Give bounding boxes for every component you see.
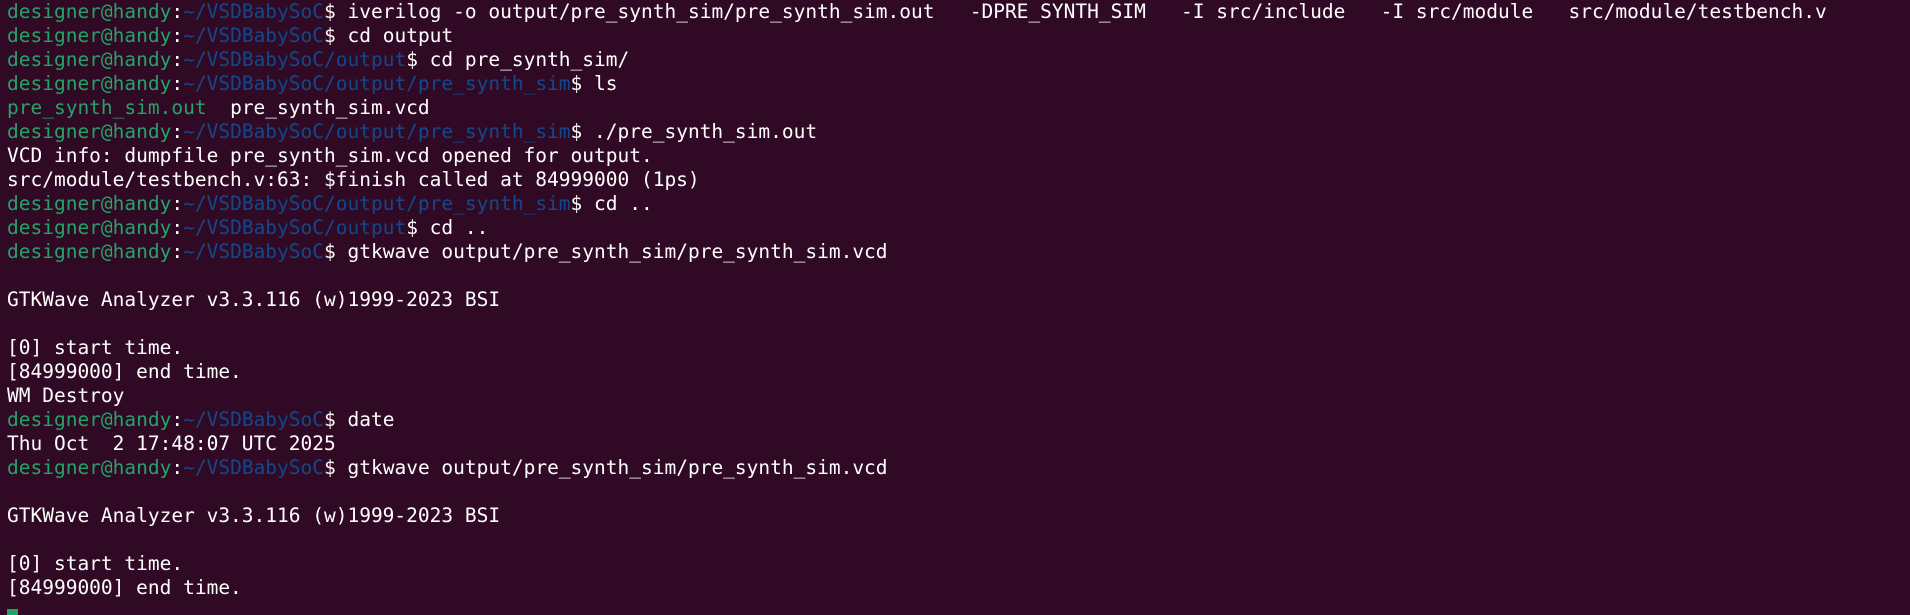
prompt-line: designer@handy:~/VSDBabySoC$ date — [7, 408, 1910, 432]
prompt-path: ~/VSDBabySoC/output/pre_synth_sim — [183, 192, 571, 215]
output-line: VCD info: dumpfile pre_synth_sim.vcd ope… — [7, 144, 653, 167]
prompt-user-host: designer@handy — [7, 24, 172, 47]
command-text: cd pre_synth_sim/ — [429, 48, 630, 71]
prompt-line: designer@handy:~/VSDBabySoC/output/pre_s… — [7, 192, 1910, 216]
output-line: [0] start time. — [7, 552, 184, 575]
prompt-symbol: $ — [324, 24, 348, 47]
prompt-separator: : — [171, 0, 184, 23]
prompt-path: ~/VSDBabySoC/output/pre_synth_sim — [183, 120, 571, 143]
output-line: [0] start time. — [7, 336, 184, 359]
prompt-separator: : — [171, 72, 184, 95]
prompt-separator: : — [171, 48, 184, 71]
prompt-line: designer@handy:~/VSDBabySoC/output/pre_s… — [7, 120, 1910, 144]
prompt-symbol: $ — [324, 408, 348, 431]
prompt-line: designer@handy:~/VSDBabySoC/output/pre_s… — [7, 72, 1910, 96]
prompt-path: ~/VSDBabySoC — [183, 24, 325, 47]
output-line: GTKWave Analyzer v3.3.116 (w)1999-2023 B… — [7, 504, 501, 527]
prompt-path: ~/VSDBabySoC — [183, 408, 325, 431]
command-text: cd output — [347, 24, 454, 47]
command-text: gtkwave output/pre_synth_sim/pre_synth_s… — [347, 456, 888, 479]
prompt-user-host: designer@handy — [7, 192, 172, 215]
output-line: GTKWave Analyzer v3.3.116 (w)1999-2023 B… — [7, 288, 501, 311]
prompt-separator: : — [171, 240, 184, 263]
command-text: date — [347, 408, 395, 431]
terminal-window[interactable]: designer@handy:~/VSDBabySoC$ iverilog -o… — [0, 0, 1910, 615]
prompt-symbol: $ — [324, 240, 348, 263]
prompt-separator: : — [171, 192, 184, 215]
prompt-symbol: $ — [406, 216, 430, 239]
output-line: WM Destroy — [7, 384, 125, 407]
terminal-output: designer@handy:~/VSDBabySoC$ iverilog -o… — [7, 0, 1910, 600]
prompt-user-host: designer@handy — [7, 72, 172, 95]
prompt-user-host: designer@handy — [7, 48, 172, 71]
prompt-line: designer@handy:~/VSDBabySoC$ gtkwave out… — [7, 240, 1910, 264]
prompt-line: designer@handy:~/VSDBabySoC/output$ cd p… — [7, 48, 1910, 72]
command-text: iverilog -o output/pre_synth_sim/pre_syn… — [347, 0, 1827, 23]
text-cursor — [7, 609, 18, 615]
command-text: gtkwave output/pre_synth_sim/pre_synth_s… — [347, 240, 888, 263]
command-text: cd .. — [594, 192, 653, 215]
prompt-symbol: $ — [570, 120, 595, 143]
prompt-separator: : — [171, 408, 184, 431]
prompt-symbol: $ — [570, 192, 595, 215]
prompt-path: ~/VSDBabySoC/output — [183, 216, 407, 239]
prompt-separator: : — [171, 120, 184, 143]
prompt-user-host: designer@handy — [7, 0, 172, 23]
prompt-path: ~/VSDBabySoC — [183, 0, 325, 23]
prompt-user-host: designer@handy — [7, 216, 172, 239]
prompt-user-host: designer@handy — [7, 120, 172, 143]
command-text: cd .. — [429, 216, 489, 239]
prompt-path: ~/VSDBabySoC — [183, 240, 325, 263]
output-line: src/module/testbench.v:63: $finish calle… — [7, 168, 700, 191]
file-name: pre_synth_sim.vcd — [230, 96, 430, 119]
executable-file-name: pre_synth_sim.out — [7, 96, 207, 119]
prompt-path: ~/VSDBabySoC/output/pre_synth_sim — [183, 72, 571, 95]
prompt-user-host: designer@handy — [7, 408, 172, 431]
prompt-path: ~/VSDBabySoC/output — [183, 48, 407, 71]
prompt-separator: : — [171, 216, 184, 239]
prompt-symbol: $ — [324, 456, 348, 479]
command-text: ls — [594, 72, 618, 95]
output-line: [84999000] end time. — [7, 360, 242, 383]
prompt-line: designer@handy:~/VSDBabySoC/output$ cd .… — [7, 216, 1910, 240]
prompt-line: designer@handy:~/VSDBabySoC$ iverilog -o… — [7, 0, 1910, 24]
prompt-line: designer@handy:~/VSDBabySoC$ cd output — [7, 24, 1910, 48]
output-line: [84999000] end time. — [7, 576, 242, 599]
output-line: Thu Oct 2 17:48:07 UTC 2025 — [7, 432, 336, 455]
prompt-separator: : — [171, 456, 184, 479]
prompt-line: designer@handy:~/VSDBabySoC$ gtkwave out… — [7, 456, 1910, 480]
prompt-symbol: $ — [570, 72, 595, 95]
prompt-path: ~/VSDBabySoC — [183, 456, 325, 479]
prompt-symbol: $ — [324, 0, 348, 23]
prompt-separator: : — [171, 24, 184, 47]
prompt-symbol: $ — [406, 48, 430, 71]
command-text: ./pre_synth_sim.out — [594, 120, 818, 143]
ls-output-line: pre_synth_sim.out pre_synth_sim.vcd — [7, 96, 1910, 120]
prompt-user-host: designer@handy — [7, 456, 172, 479]
prompt-user-host: designer@handy — [7, 240, 172, 263]
